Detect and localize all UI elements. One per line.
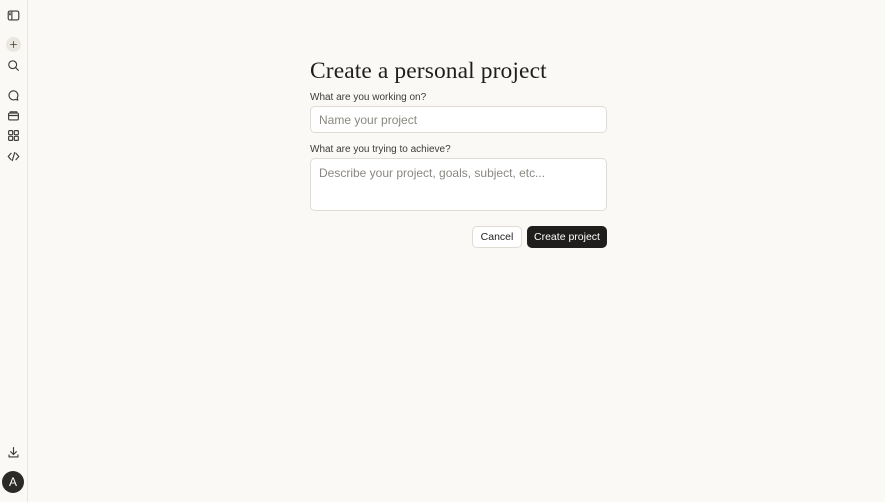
name-label: What are you working on?	[310, 92, 427, 103]
projects-icon[interactable]	[4, 106, 22, 124]
new-chat-button[interactable]	[5, 37, 21, 52]
project-name-input[interactable]	[310, 106, 607, 133]
download-icon[interactable]	[4, 443, 22, 461]
create-project-form: Create a personal project What are you w…	[310, 56, 607, 248]
page-title: Create a personal project	[310, 58, 547, 84]
artifacts-icon[interactable]	[4, 126, 22, 144]
sidebar-toggle-icon[interactable]	[4, 6, 22, 24]
search-icon[interactable]	[4, 56, 22, 74]
project-description-input[interactable]	[310, 158, 607, 211]
create-project-button[interactable]: Create project	[527, 226, 607, 248]
cancel-button[interactable]: Cancel	[472, 226, 522, 248]
avatar[interactable]: A	[2, 471, 24, 493]
code-icon[interactable]	[4, 147, 22, 165]
plus-icon	[9, 41, 17, 48]
chats-icon[interactable]	[4, 86, 22, 104]
goal-label: What are you trying to achieve?	[310, 144, 451, 155]
sidebar: A	[0, 0, 28, 502]
